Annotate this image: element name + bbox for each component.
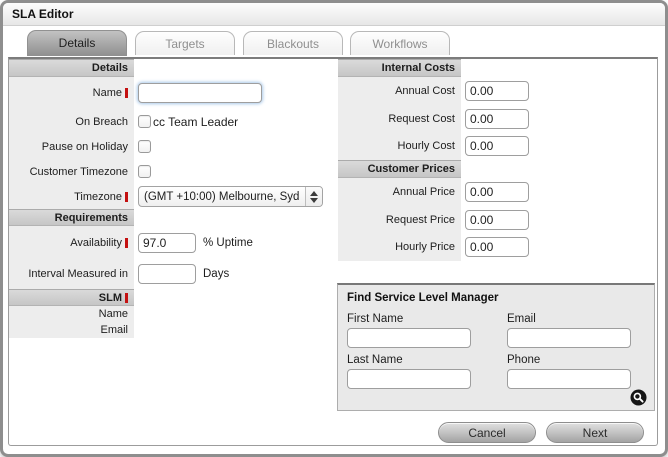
interval-label: Interval Measured in xyxy=(28,268,128,280)
request-cost-input[interactable] xyxy=(465,108,529,129)
cancel-button[interactable]: Cancel xyxy=(438,422,536,443)
hourly-price-row: Hourly Price xyxy=(338,233,657,261)
availability-row: Availability % Uptime xyxy=(9,226,338,259)
email-label: Email xyxy=(507,313,536,325)
availability-label: Availability xyxy=(70,236,122,249)
find-service-level-manager-panel: Find Service Level Manager First Name Em… xyxy=(337,283,655,411)
tab-bar: Details Targets Blackouts Workflows xyxy=(3,26,665,56)
on-breach-row: On Breach cc Team Leader xyxy=(9,109,338,134)
annual-cost-row: Annual Cost xyxy=(338,77,657,105)
details-section-header: Details xyxy=(9,59,134,77)
chevron-down-icon xyxy=(310,197,318,203)
request-cost-row: Request Cost xyxy=(338,105,657,132)
tab-workflows[interactable]: Workflows xyxy=(350,31,450,55)
customer-timezone-row: Customer Timezone xyxy=(9,159,338,184)
cc-team-leader-label: cc Team Leader xyxy=(153,114,239,129)
pause-on-holiday-checkbox[interactable] xyxy=(138,140,151,153)
annual-price-input[interactable] xyxy=(465,182,529,202)
interval-input[interactable] xyxy=(138,264,196,284)
phone-label: Phone xyxy=(507,354,541,366)
uptime-suffix-label: % Uptime xyxy=(203,236,253,249)
customer-prices-header-row: Customer Prices xyxy=(338,160,657,178)
hourly-cost-label: Hourly Cost xyxy=(397,140,455,152)
request-price-row: Request Price xyxy=(338,206,657,233)
on-breach-label: On Breach xyxy=(75,115,128,128)
phone-input[interactable] xyxy=(507,369,631,389)
interval-row: Interval Measured in Days xyxy=(9,259,338,289)
required-marker xyxy=(125,88,128,98)
customer-prices-header: Customer Prices xyxy=(338,160,461,178)
hourly-cost-input[interactable] xyxy=(465,136,529,156)
request-price-input[interactable] xyxy=(465,209,529,230)
cc-team-leader-checkbox[interactable] xyxy=(138,115,151,128)
name-label: Name xyxy=(92,87,122,99)
search-icon xyxy=(630,389,647,409)
timezone-row: Timezone (GMT +10:00) Melbourne, Syd xyxy=(9,184,338,209)
slm-name-row: Name xyxy=(9,306,338,322)
hourly-price-label: Hourly Price xyxy=(395,241,455,253)
name-input[interactable] xyxy=(138,83,262,103)
internal-costs-header-row: Internal Costs xyxy=(338,59,657,77)
annual-cost-input[interactable] xyxy=(465,81,529,101)
pause-on-holiday-row: Pause on Holiday xyxy=(9,134,338,159)
annual-price-label: Annual Price xyxy=(392,186,455,198)
first-name-input[interactable] xyxy=(347,328,471,348)
last-name-input[interactable] xyxy=(347,369,471,389)
timezone-selected-value: (GMT +10:00) Melbourne, Syd xyxy=(144,190,300,203)
tab-blackouts[interactable]: Blackouts xyxy=(243,31,343,55)
internal-costs-header: Internal Costs xyxy=(338,59,461,77)
search-button[interactable] xyxy=(630,389,647,406)
slm-section-header: SLM xyxy=(98,291,122,304)
window-title: SLA Editor xyxy=(3,3,665,26)
chevron-up-icon xyxy=(310,190,318,196)
annual-cost-label: Annual Cost xyxy=(395,85,455,97)
days-suffix-label: Days xyxy=(203,268,230,280)
hourly-price-input[interactable] xyxy=(465,237,529,257)
request-price-label: Request Price xyxy=(385,213,455,226)
customer-timezone-label: Customer Timezone xyxy=(29,165,128,178)
tab-targets[interactable]: Targets xyxy=(135,31,235,55)
hourly-cost-row: Hourly Cost xyxy=(338,132,657,160)
timezone-label: Timezone xyxy=(74,190,122,203)
required-marker xyxy=(125,191,128,202)
request-cost-label: Request Cost xyxy=(388,112,455,125)
customer-timezone-checkbox[interactable] xyxy=(138,165,151,178)
pause-on-holiday-label: Pause on Holiday xyxy=(41,140,128,153)
left-form-column: Details Name On Breach cc Team Leader Pa… xyxy=(9,59,338,338)
requirements-section-header-row: Requirements xyxy=(9,209,338,226)
select-stepper-icon xyxy=(305,187,322,206)
availability-input[interactable] xyxy=(138,232,196,253)
slm-name-label: Name xyxy=(98,308,128,320)
slm-email-label: Email xyxy=(100,324,128,336)
find-slm-title: Find Service Level Manager xyxy=(347,292,499,304)
first-name-label: First Name xyxy=(347,313,404,325)
find-slm-grid: First Name Email Last Name Phone xyxy=(347,310,645,389)
email-input[interactable] xyxy=(507,328,631,348)
timezone-select[interactable]: (GMT +10:00) Melbourne, Syd xyxy=(138,186,323,207)
required-marker xyxy=(125,237,128,248)
requirements-section-header: Requirements xyxy=(9,209,134,226)
last-name-label: Last Name xyxy=(347,354,403,366)
details-form-panel: Details Name On Breach cc Team Leader Pa… xyxy=(8,57,658,446)
details-section-header-row: Details xyxy=(9,59,338,77)
slm-email-row: Email xyxy=(9,322,338,338)
name-row: Name xyxy=(9,77,338,109)
tab-details[interactable]: Details xyxy=(27,30,127,56)
right-form-column: Internal Costs Annual Cost Request Cost xyxy=(338,59,657,261)
slm-section-header-row: SLM xyxy=(9,289,338,306)
next-button[interactable]: Next xyxy=(546,422,644,443)
required-marker xyxy=(125,292,128,303)
annual-price-row: Annual Price xyxy=(338,178,657,206)
sla-editor-window: SLA Editor Details Targets Blackouts Wor… xyxy=(0,0,668,457)
